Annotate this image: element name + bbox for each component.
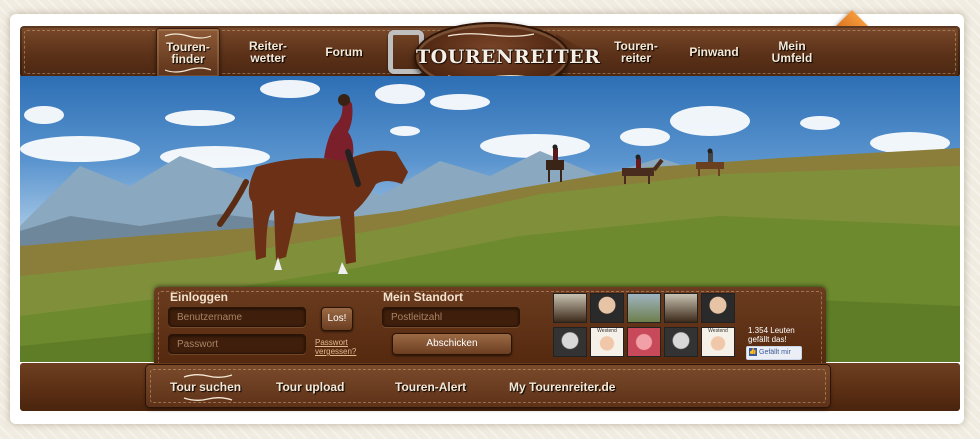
- facebook-like-count: 1.354 Leuten gefällt das!: [748, 326, 795, 344]
- distant-rider: [696, 148, 724, 176]
- fan-avatar[interactable]: Westend: [701, 327, 735, 357]
- facebook-like-button[interactable]: 👍 Gefällt mir: [746, 346, 802, 360]
- nav-reiterwetter-label: Reiter- wetter: [248, 39, 287, 65]
- password-input[interactable]: Passwort: [168, 334, 306, 354]
- ornament-icon: [183, 374, 233, 378]
- nav-tourenreiter[interactable]: Touren- reiter: [594, 34, 678, 70]
- distant-rider: [546, 144, 564, 182]
- facebook-like-label: Gefällt mir: [759, 349, 791, 356]
- logo-text: TOURENREITER: [416, 46, 601, 68]
- ornament-icon: [183, 397, 233, 401]
- bottom-nav-my-tourenreiter[interactable]: My Tourenreiter.de: [509, 380, 615, 394]
- nav-tourenreiter-label: Touren- reiter: [614, 39, 658, 65]
- nav-pinwand[interactable]: Pinwand: [672, 34, 756, 70]
- fan-avatar[interactable]: [627, 293, 661, 323]
- fan-avatar[interactable]: [553, 327, 587, 357]
- fan-avatar[interactable]: [590, 293, 624, 323]
- bottom-navigation-inner: [146, 365, 830, 407]
- username-input[interactable]: Benutzername: [168, 307, 306, 327]
- location-title: Mein Standort: [383, 290, 463, 304]
- bottom-navigation-bar: [20, 363, 960, 411]
- ornament-icon: [447, 33, 535, 37]
- nav-pinwand-label: Pinwand: [689, 45, 739, 59]
- nav-mein-umfeld-label: Mein Umfeld: [771, 39, 813, 65]
- bottom-nav-tour-suchen[interactable]: Tour suchen: [170, 380, 241, 394]
- nav-forum[interactable]: Forum: [302, 34, 386, 70]
- thumbs-up-icon: 👍: [749, 348, 757, 356]
- nav-mein-umfeld[interactable]: Mein Umfeld: [750, 34, 834, 70]
- ornament-icon: [164, 33, 212, 39]
- nav-reiterwetter[interactable]: Reiter- wetter: [226, 34, 310, 70]
- fan-avatar[interactable]: [701, 293, 735, 323]
- nav-tourenfinder[interactable]: Touren- finder: [156, 28, 220, 78]
- forgot-password-link[interactable]: Passwort vergessen?: [315, 338, 375, 356]
- zip-input[interactable]: Postleitzahl: [382, 307, 520, 327]
- ornament-icon: [164, 67, 212, 73]
- nav-tourenfinder-label: Touren- finder: [166, 40, 210, 66]
- login-button[interactable]: Los!: [321, 307, 353, 331]
- horse-rider-illustration: [217, 94, 408, 274]
- distant-rider: [622, 154, 664, 184]
- bottom-nav-touren-alert[interactable]: Touren-Alert: [395, 380, 466, 394]
- fan-avatar[interactable]: [627, 327, 661, 357]
- nav-forum-label: Forum: [325, 45, 363, 59]
- submit-location-button[interactable]: Abschicken: [392, 333, 512, 355]
- bottom-nav-tour-upload[interactable]: Tour upload: [276, 380, 344, 394]
- fan-avatar[interactable]: [664, 327, 698, 357]
- login-title: Einloggen: [170, 290, 228, 304]
- fan-avatar[interactable]: [664, 293, 698, 323]
- fan-avatar[interactable]: Westend: [590, 327, 624, 357]
- fan-avatar[interactable]: [553, 293, 587, 323]
